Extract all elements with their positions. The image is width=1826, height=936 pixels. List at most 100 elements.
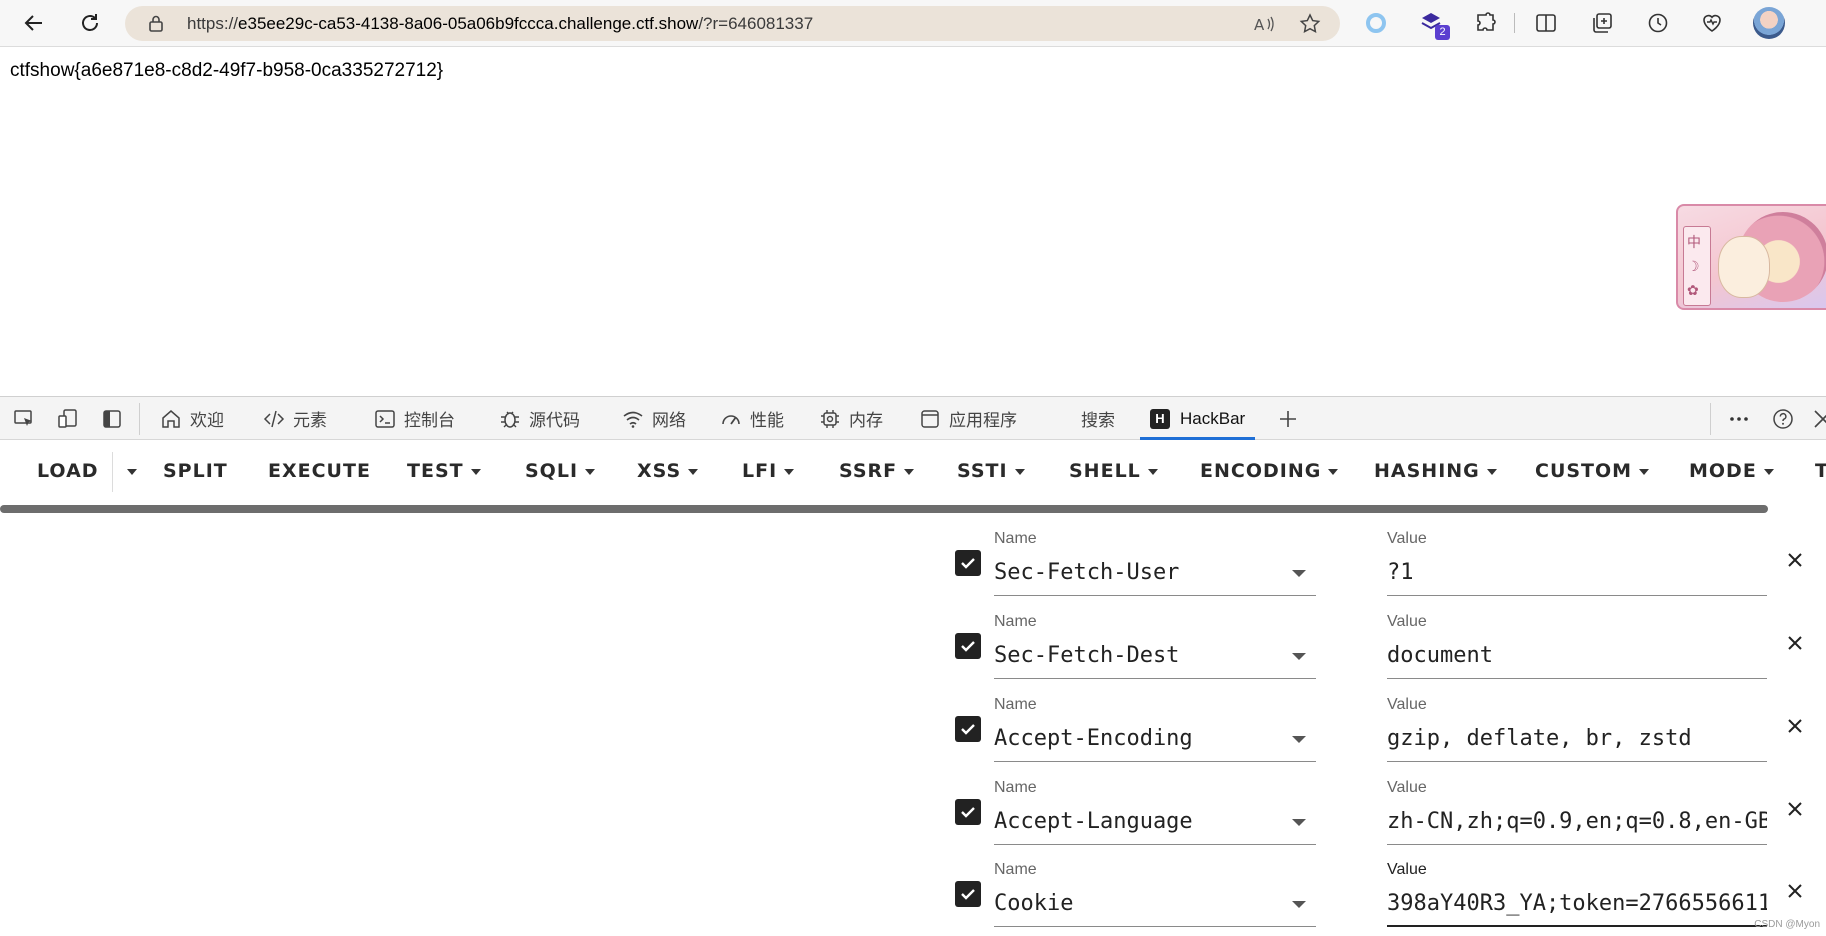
encoding-menu[interactable]: ENCODING: [1200, 460, 1339, 482]
tab-hackbar[interactable]: H HackBar: [1140, 397, 1255, 440]
chevron-down-icon: [784, 468, 795, 475]
dropdown-triangle-icon[interactable]: [1292, 570, 1306, 577]
load-split-divider: [112, 452, 113, 492]
collections-icon[interactable]: [1590, 11, 1614, 35]
header-enabled-checkbox[interactable]: [955, 633, 981, 659]
close-icon[interactable]: [1783, 631, 1807, 655]
header-enabled-checkbox[interactable]: [955, 799, 981, 825]
address-bar[interactable]: https://e35ee29c-ca53-4138-8a06-05a06b9f…: [125, 6, 1340, 41]
xss-menu[interactable]: XSS: [637, 460, 699, 482]
mascot-widget[interactable]: 中 ☽ ✿: [1676, 204, 1826, 310]
overflow-menu-item[interactable]: T: [1815, 460, 1826, 482]
tab-search[interactable]: 搜索: [1081, 397, 1115, 440]
header-value-field[interactable]: Value document: [1387, 609, 1767, 679]
dropdown-triangle-icon[interactable]: [1292, 901, 1306, 908]
plus-icon[interactable]: [1277, 408, 1299, 430]
tab-performance-label: 性能: [750, 411, 784, 430]
profile-avatar[interactable]: [1753, 7, 1785, 39]
circle-extension-icon[interactable]: [1364, 11, 1388, 35]
tab-application[interactable]: 应用程序: [919, 397, 1017, 440]
url-text[interactable]: https://e35ee29c-ca53-4138-8a06-05a06b9f…: [187, 14, 813, 34]
header-value-text: gzip, deflate, br, zstd: [1387, 726, 1692, 751]
header-row: Name Accept-Encoding Value gzip, deflate…: [940, 692, 1826, 774]
tab-search-label: 搜索: [1081, 411, 1115, 430]
more-options-icon[interactable]: [1728, 408, 1750, 430]
tab-console[interactable]: 控制台: [374, 397, 455, 440]
load-button[interactable]: LOAD: [37, 460, 99, 482]
header-value-field[interactable]: Value zh-CN,zh;q=0.9,en;q=0.8,en-GB: [1387, 775, 1767, 845]
header-name-field[interactable]: Name Sec-Fetch-User: [994, 526, 1316, 596]
history-icon[interactable]: [1646, 11, 1670, 35]
custom-menu[interactable]: CUSTOM: [1535, 460, 1650, 482]
split-screen-icon[interactable]: [1534, 11, 1558, 35]
ssti-menu[interactable]: SSTI: [957, 460, 1025, 482]
tab-sources[interactable]: 源代码: [499, 397, 580, 440]
dropdown-triangle-icon[interactable]: [1292, 653, 1306, 660]
close-icon[interactable]: [1783, 879, 1807, 903]
tab-hackbar-label: HackBar: [1180, 408, 1246, 428]
tab-elements[interactable]: 元素: [263, 397, 327, 440]
header-value-field[interactable]: Value ?1: [1387, 526, 1767, 596]
name-label: Name: [994, 696, 1037, 713]
back-button[interactable]: [21, 10, 47, 36]
execute-button[interactable]: EXECUTE: [268, 460, 371, 482]
horizontal-scrollbar[interactable]: [0, 505, 1768, 513]
device-emulation-icon[interactable]: [57, 408, 79, 430]
tab-memory[interactable]: 内存: [819, 397, 883, 440]
header-enabled-checkbox[interactable]: [955, 716, 981, 742]
split-button[interactable]: SPLIT: [163, 460, 228, 482]
mode-menu-label: MODE: [1689, 460, 1757, 482]
ssrf-menu[interactable]: SSRF: [839, 460, 915, 482]
ssrf-menu-label: SSRF: [839, 460, 898, 482]
dock-side-icon[interactable]: [101, 408, 123, 430]
mode-menu[interactable]: MODE: [1689, 460, 1774, 482]
chevron-down-icon: [688, 468, 699, 475]
extension-badge: 2: [1435, 25, 1450, 40]
header-value-text: document: [1387, 643, 1493, 668]
close-icon[interactable]: [1783, 797, 1807, 821]
header-name-field[interactable]: Name Sec-Fetch-Dest: [994, 609, 1316, 679]
tab-network[interactable]: 网络: [622, 397, 686, 440]
header-name-value: Accept-Encoding: [994, 726, 1193, 751]
lfi-menu[interactable]: LFI: [742, 460, 795, 482]
dropdown-triangle-icon[interactable]: [1292, 736, 1306, 743]
shell-menu[interactable]: SHELL: [1069, 460, 1158, 482]
tab-console-label: 控制台: [404, 411, 455, 430]
devtools-divider: [139, 403, 140, 435]
puzzle-extensions-icon[interactable]: [1474, 11, 1498, 35]
help-icon[interactable]: [1772, 408, 1794, 430]
header-enabled-checkbox[interactable]: [955, 881, 981, 907]
favorite-star-icon[interactable]: [1299, 13, 1321, 35]
tab-performance[interactable]: 性能: [720, 397, 784, 440]
header-enabled-checkbox[interactable]: [955, 550, 981, 576]
read-aloud-icon[interactable]: A: [1253, 13, 1275, 35]
close-devtools-icon[interactable]: [1812, 408, 1826, 430]
hashing-menu[interactable]: HASHING: [1374, 460, 1497, 482]
lock-icon: [149, 15, 163, 32]
console-icon: [375, 409, 395, 428]
load-dropdown-caret[interactable]: [120, 460, 137, 482]
refresh-button[interactable]: [77, 10, 103, 36]
url-scheme: https://: [187, 14, 239, 33]
ssti-menu-label: SSTI: [957, 460, 1008, 482]
dropdown-triangle-icon[interactable]: [1292, 819, 1306, 826]
inspect-element-icon[interactable]: [13, 408, 35, 430]
header-name-field[interactable]: Name Cookie: [994, 857, 1316, 927]
tab-welcome-label: 欢迎: [190, 411, 224, 430]
header-value-field[interactable]: Value gzip, deflate, br, zstd: [1387, 692, 1767, 762]
header-name-field[interactable]: Name Accept-Encoding: [994, 692, 1316, 762]
close-icon[interactable]: [1783, 714, 1807, 738]
checkmark-icon: [961, 807, 975, 818]
tab-welcome[interactable]: 欢迎: [160, 397, 224, 440]
refresh-icon: [82, 14, 98, 31]
browser-essentials-icon[interactable]: [1700, 11, 1724, 35]
tab-sources-label: 源代码: [529, 411, 580, 430]
header-value-field[interactable]: Value 398aY40R3_YA;token=2766556611: [1387, 857, 1767, 927]
close-icon[interactable]: [1783, 548, 1807, 572]
header-value-text: 398aY40R3_YA;token=2766556611: [1387, 891, 1767, 916]
test-menu[interactable]: TEST: [407, 460, 481, 482]
header-name-field[interactable]: Name Accept-Language: [994, 775, 1316, 845]
header-value-text: zh-CN,zh;q=0.9,en;q=0.8,en-GB: [1387, 809, 1767, 834]
sqli-menu[interactable]: SQLI: [525, 460, 596, 482]
svg-text:A: A: [1254, 16, 1265, 34]
